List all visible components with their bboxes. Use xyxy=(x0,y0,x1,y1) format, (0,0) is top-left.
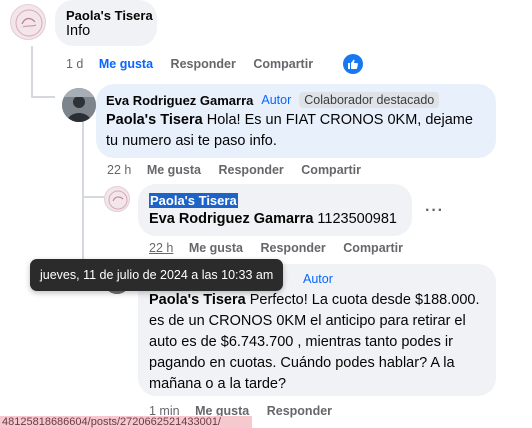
comment-text: Info xyxy=(66,23,91,39)
timestamp-tooltip: jueves, 11 de julio de 2024 a las 10:33 … xyxy=(30,259,284,291)
thread-line-elbow-2 xyxy=(82,196,104,198)
like-button[interactable]: Me gusta xyxy=(189,241,243,255)
thread-line-root xyxy=(31,46,33,98)
like-button[interactable]: Me gusta xyxy=(147,163,201,177)
author-badge: Autor xyxy=(261,93,292,107)
comment-timestamp[interactable]: 1 d xyxy=(66,57,83,71)
like-reaction-icon[interactable] xyxy=(343,54,363,74)
share-button[interactable]: Compartir xyxy=(253,57,313,71)
mention-link[interactable]: Paola's Tisera xyxy=(149,292,246,308)
thread-line-sub xyxy=(82,120,84,198)
comment-bubble-3: Paola's Tisera Eva Rodriguez Gamarra 112… xyxy=(138,184,412,236)
reply-button[interactable]: Responder xyxy=(261,241,326,255)
comment-body: Paola's Tisera Hola! Es un FIAT CRONOS 0… xyxy=(106,110,476,152)
comment-actions-2: 22 h Me gusta Responder Compartir xyxy=(107,163,375,177)
top-contributor-badge: Colaborador destacado xyxy=(299,92,440,108)
more-options-button[interactable]: ··· xyxy=(425,202,444,220)
like-button[interactable]: Me gusta xyxy=(99,57,153,71)
reply-button[interactable]: Responder xyxy=(171,57,236,71)
comment-author[interactable]: Eva Rodriguez Gamarra xyxy=(106,93,253,108)
avatar-eva[interactable] xyxy=(62,88,96,122)
status-bar-url: 48125818686604/posts/2720662521433001/ xyxy=(0,416,252,428)
avatar-paola[interactable] xyxy=(104,186,130,212)
reply-button[interactable]: Responder xyxy=(219,163,284,177)
comment-actions-3: 22 h Me gusta Responder Compartir xyxy=(149,241,417,255)
comment-text: 1123500981 xyxy=(313,211,398,227)
paola-logo-icon xyxy=(108,190,128,210)
comment-bubble-2: Eva Rodriguez Gamarra Autor Colaborador … xyxy=(96,84,496,158)
profile-photo-icon xyxy=(62,88,96,122)
thumbs-up-icon xyxy=(348,59,358,69)
comment-header: Eva Rodriguez Gamarra Autor Colaborador … xyxy=(106,92,440,108)
mention-link[interactable]: Paola's Tisera xyxy=(106,112,203,128)
paola-logo-icon xyxy=(15,9,43,37)
comment-actions-1: 1 d Me gusta Responder Compartir xyxy=(66,57,327,71)
share-button[interactable]: Compartir xyxy=(301,163,361,177)
avatar-paola[interactable] xyxy=(10,4,46,40)
mention-link[interactable]: Eva Rodriguez Gamarra xyxy=(149,211,313,227)
thread-line-elbow-1 xyxy=(31,96,55,98)
comment-author[interactable]: Paola's Tisera xyxy=(149,193,238,208)
author-badge: Autor xyxy=(303,272,333,286)
comment-body: Paola's Tisera Perfecto! La cuota desde … xyxy=(149,290,491,395)
share-button[interactable]: Compartir xyxy=(343,241,403,255)
comment-timestamp[interactable]: 22 h xyxy=(149,241,173,255)
comment-body: Eva Rodriguez Gamarra 1123500981 xyxy=(149,209,397,230)
comment-bubble-1: Paola's Tisera Info xyxy=(55,0,157,46)
reply-button[interactable]: Responder xyxy=(267,404,332,418)
comment-timestamp[interactable]: 22 h xyxy=(107,163,131,177)
selected-author-name[interactable]: Paola's Tisera xyxy=(149,193,238,208)
